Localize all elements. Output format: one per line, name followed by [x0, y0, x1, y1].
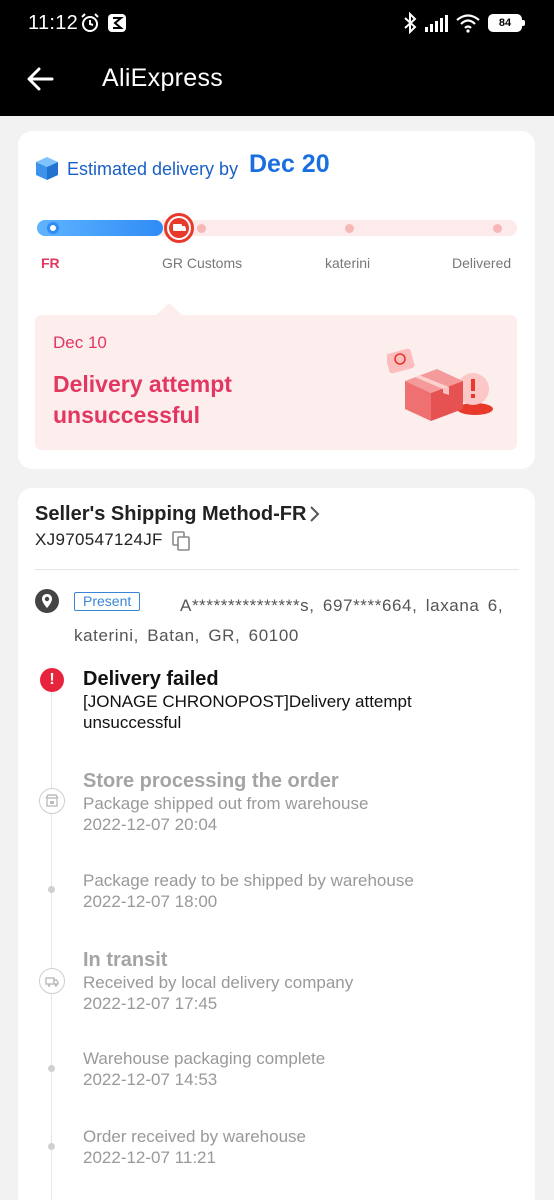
event-time: 2022-12-07 11:21	[83, 1148, 216, 1167]
estimated-delivery-label: Estimated delivery by	[67, 159, 239, 179]
timeline-line	[51, 676, 52, 1200]
delivery-address: A***************s, 697****664, laxana 6,…	[74, 596, 504, 645]
arrow-left-icon[interactable]	[24, 62, 58, 96]
event-description: Warehouse packaging complete	[83, 1049, 326, 1068]
truck-icon	[39, 968, 65, 994]
wifi-icon	[456, 14, 480, 33]
status-bar: 11:12 84	[0, 0, 554, 48]
tracking-number: XJ970547124JF	[35, 530, 163, 549]
alarm-icon	[81, 13, 99, 32]
event-time: 2022-12-07 17:45	[83, 994, 218, 1013]
page-title: AliExpress	[102, 64, 224, 92]
timeline-event: Order received by warehouse 2022-12-07 1…	[83, 1126, 513, 1169]
event-time: 2022-12-07 20:04	[83, 815, 218, 834]
location-pin-icon	[35, 589, 59, 613]
stage-dot-delivered	[493, 224, 502, 233]
event-title: Delivery failed	[83, 668, 219, 690]
event-description: Order received by warehouse	[83, 1127, 307, 1146]
stage-label-fr: FR	[41, 255, 60, 271]
panel-pointer	[156, 303, 182, 315]
event-title: In transit	[83, 949, 168, 971]
store-icon	[39, 788, 65, 814]
package-icon	[36, 157, 58, 180]
status-time: 11:12	[28, 12, 79, 34]
latest-status-text: Delivery attempt unsuccessful	[53, 371, 232, 428]
event-title: Store processing the order	[83, 770, 339, 792]
app-notification-icon	[108, 14, 126, 32]
event-description: [JONAGE CHRONOPOST]Delivery attempt unsu…	[83, 692, 412, 732]
estimated-delivery-date: Dec 20	[249, 150, 330, 178]
shipping-method-title[interactable]: Seller's Shipping Method-FR	[35, 503, 306, 526]
latest-status-date: Dec 10	[53, 333, 107, 352]
failed-delivery-box-icon	[387, 348, 493, 421]
timeline-event: Delivery failed [JONAGE CHRONOPOST]Deliv…	[83, 667, 513, 733]
divider	[35, 569, 519, 570]
app-bar: AliExpress	[0, 48, 554, 116]
shipment-details-card: Seller's Shipping Method-FR XJ970547124J…	[18, 488, 535, 1200]
timeline-event: Warehouse packaging complete 2022-12-07 …	[83, 1048, 513, 1091]
current-stage-marker	[164, 213, 194, 243]
event-time: 2022-12-07 18:00	[83, 892, 218, 911]
signal-icon	[425, 15, 448, 32]
timeline-dot	[48, 1065, 55, 1072]
event-description: Package ready to be shipped by warehouse	[83, 871, 414, 890]
battery-icon: 84	[488, 14, 525, 32]
chevron-right-icon[interactable]	[306, 504, 322, 524]
delivery-progress-bar	[37, 213, 517, 243]
bluetooth-icon	[404, 12, 417, 34]
latest-status-panel: Dec 10 Delivery attempt unsuccessful	[35, 315, 517, 450]
stage-dot-fr	[47, 222, 59, 234]
delivery-summary-card: Estimated delivery by Dec 20 FR GR Custo…	[18, 131, 535, 469]
event-time: 2022-12-07 14:53	[83, 1070, 218, 1089]
stage-label-katerini: katerini	[325, 255, 371, 271]
alert-icon: !	[40, 668, 64, 692]
stage-label-delivered: Delivered	[452, 255, 512, 271]
timeline-event: Package ready to be shipped by warehouse…	[83, 870, 513, 913]
timeline-event: In transit Received by local delivery co…	[83, 948, 513, 1015]
timeline-dot	[48, 1143, 55, 1150]
timeline-event: Store processing the order Package shipp…	[83, 769, 513, 836]
stage-label-customs: GR Customs	[162, 255, 243, 271]
copy-icon[interactable]	[172, 531, 190, 551]
stage-dot-katerini	[345, 224, 354, 233]
event-description: Package shipped out from warehouse	[83, 794, 369, 813]
timeline-dot	[48, 886, 55, 893]
event-description: Received by local delivery company	[83, 973, 354, 992]
stage-dot-customs-end	[197, 224, 206, 233]
